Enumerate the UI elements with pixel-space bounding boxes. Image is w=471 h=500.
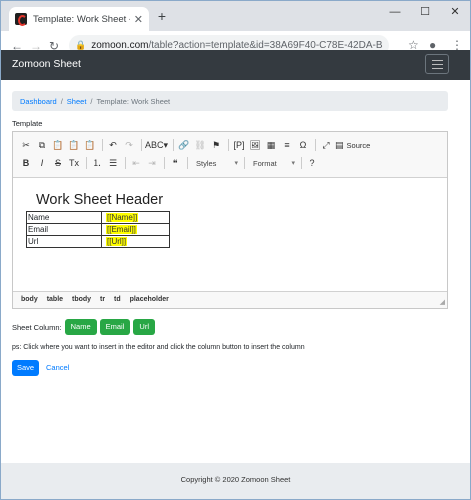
editor-content[interactable]: Work Sheet Header Name [[Name]] Email [[… [13, 178, 447, 293]
sheet-column-group: Sheet Column: Name Email Url [12, 319, 155, 335]
navbar-toggle-button[interactable] [425, 54, 449, 74]
path-item[interactable]: tbody [72, 296, 91, 303]
browser-tab[interactable]: Template: Work Sheet - Sheet ✕ [9, 7, 149, 31]
worksheet-header: Work Sheet Header [36, 192, 164, 208]
anchor-flag-icon[interactable]: ⚑ [209, 137, 223, 153]
placeholder-icon[interactable]: [P] [232, 137, 246, 153]
tab-title: Template: Work Sheet - Sheet [33, 13, 130, 25]
window-controls: — ☐ ✕ [380, 1, 470, 25]
path-item[interactable]: tr [100, 296, 105, 303]
window-close-icon[interactable]: ✕ [440, 1, 470, 25]
table-row: Name [[Name]] [26, 211, 170, 224]
placeholder-cell: [[Url]] [101, 235, 170, 248]
horizontal-line-icon[interactable]: ≡ [280, 137, 294, 153]
element-path-bar: body table tbody tr td placeholder [13, 291, 447, 308]
sheet-column-label: Sheet Column: [12, 322, 62, 332]
unlink-icon[interactable]: ⛓ [193, 137, 207, 153]
template-label: Template [12, 119, 43, 128]
breadcrumb-sheet[interactable]: Sheet [67, 97, 87, 106]
template-table: Name [[Name]] Email [[Email]] Url [[Url]… [26, 211, 170, 248]
copy-icon[interactable]: ⧉ [35, 137, 49, 153]
placeholder-email: [[Email]] [106, 225, 137, 234]
path-item[interactable]: placeholder [130, 296, 169, 303]
source-icon: ▤ [335, 139, 344, 150]
help-icon[interactable]: ? [305, 155, 319, 171]
styles-dropdown[interactable]: Styles [191, 156, 241, 171]
remove-format-icon[interactable]: Tx [67, 155, 81, 171]
cut-icon[interactable]: ✂ [19, 137, 33, 153]
maximize-editor-icon[interactable]: ⤢ [319, 137, 333, 153]
numbered-list-icon[interactable]: ⒈ [90, 155, 104, 171]
browser-window: Template: Work Sheet - Sheet ✕ + — ☐ ✕ ←… [0, 0, 471, 500]
app-navbar: Zomoon Sheet [1, 50, 470, 80]
row-label: Url [26, 235, 102, 248]
maximize-icon[interactable]: ☐ [410, 1, 440, 25]
placeholder-url: [[Url]] [106, 237, 128, 246]
tab-strip: Template: Work Sheet - Sheet ✕ + — ☐ ✕ [1, 1, 470, 31]
path-item[interactable]: table [47, 296, 63, 303]
table-row: Email [[Email]] [26, 223, 170, 236]
path-item[interactable]: body [21, 296, 38, 303]
spellcheck-icon[interactable]: ABC▾ [145, 137, 168, 153]
placeholder-cell: [[Name]] [101, 211, 170, 224]
redo-icon[interactable]: ↷ [122, 137, 136, 153]
special-char-icon[interactable]: Ω [296, 137, 310, 153]
bold-icon[interactable]: B [19, 155, 33, 171]
rich-text-editor: ✂ ⧉ 📋 📋 📋 ↶ ↷ ABC▾ 🔗 ⛓ ⚑ [P] 🖼 ▦ ≡ Ω ⤢ ▤… [12, 131, 448, 309]
format-dropdown[interactable]: Format [248, 156, 298, 171]
close-tab-icon[interactable]: ✕ [134, 13, 143, 26]
italic-icon[interactable]: I [35, 155, 49, 171]
image-icon[interactable]: 🖼 [248, 137, 262, 153]
editor-toolbar: ✂ ⧉ 📋 📋 📋 ↶ ↷ ABC▾ 🔗 ⛓ ⚑ [P] 🖼 ▦ ≡ Ω ⤢ ▤… [13, 132, 447, 178]
undo-icon[interactable]: ↶ [106, 137, 120, 153]
row-label: Name [26, 211, 102, 224]
placeholder-name: [[Name]] [106, 213, 139, 222]
cancel-link[interactable]: Cancel [46, 363, 69, 372]
source-button[interactable]: ▤ Source [335, 140, 370, 151]
outdent-icon[interactable]: ⇤ [129, 155, 143, 171]
bulleted-list-icon[interactable]: ☰ [106, 155, 120, 171]
placeholder-cell: [[Email]] [101, 223, 170, 236]
site-favicon-icon [15, 13, 27, 26]
insert-url-button[interactable]: Url [133, 319, 155, 335]
paste-icon[interactable]: 📋 [51, 137, 65, 153]
blockquote-icon[interactable]: ❝ [168, 155, 182, 171]
paste-text-icon[interactable]: 📋 [67, 137, 81, 153]
resize-handle-icon[interactable]: ◢ [440, 298, 445, 306]
new-tab-button[interactable]: + [154, 9, 170, 25]
breadcrumb: Dashboard / Sheet / Template: Work Sheet [12, 91, 448, 111]
row-label: Email [26, 223, 102, 236]
minimize-icon[interactable]: — [380, 1, 410, 25]
breadcrumb-dashboard[interactable]: Dashboard [20, 97, 57, 106]
strike-icon[interactable]: S [51, 155, 65, 171]
path-item[interactable]: td [114, 296, 121, 303]
indent-icon[interactable]: ⇥ [145, 155, 159, 171]
breadcrumb-current: Template: Work Sheet [96, 97, 171, 106]
save-button[interactable]: Save [12, 360, 39, 376]
paste-word-icon[interactable]: 📋 [83, 137, 97, 153]
brand-logo[interactable]: Zomoon Sheet [12, 58, 81, 70]
page-footer: Copyright © 2020 Zomoon Sheet [1, 463, 470, 499]
link-icon[interactable]: 🔗 [177, 137, 191, 153]
help-note: ps: Click where you want to insert in th… [12, 344, 305, 351]
insert-email-button[interactable]: Email [99, 319, 131, 335]
table-row: Url [[Url]] [26, 235, 170, 248]
table-icon[interactable]: ▦ [264, 137, 278, 153]
insert-name-button[interactable]: Name [64, 319, 97, 335]
